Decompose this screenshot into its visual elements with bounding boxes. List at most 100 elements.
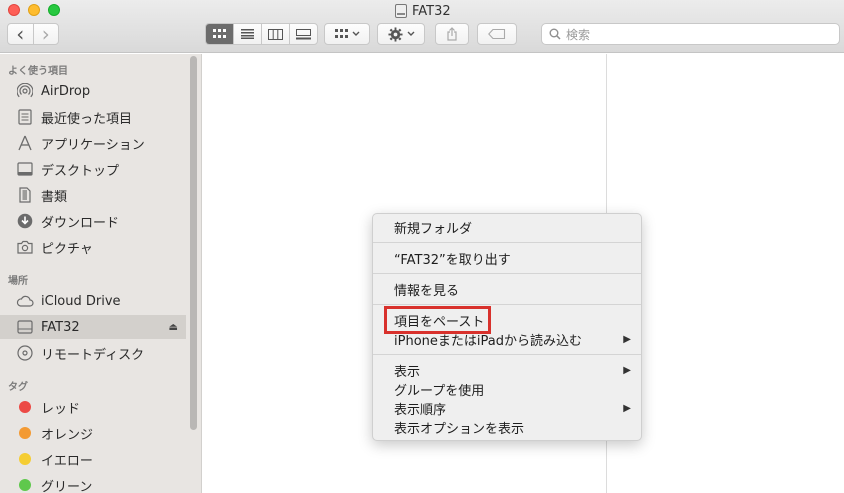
disc-icon [16,344,34,362]
back-button[interactable]: ‹ [8,24,33,44]
sidebar-item-tag-yellow[interactable]: イエロー [0,447,186,471]
sidebar-item-label: iCloud Drive [41,293,121,309]
sidebar-item-label: レッド [41,401,81,417]
chevron-down-icon [352,31,359,36]
sidebar-item-icloud-drive[interactable]: iCloud Drive [0,289,186,313]
yellow-tag-dot-icon [19,453,31,465]
icon-view-button[interactable] [206,24,234,44]
sidebar-item-tag-green[interactable]: グリーン [0,473,186,493]
search-field[interactable]: 検索 [541,23,840,45]
forward-button[interactable]: › [32,22,59,46]
action-menu-button[interactable] [377,23,425,45]
window-title: FAT32 [395,2,451,20]
close-window-button[interactable] [8,4,20,16]
sidebar-item-label: AirDrop [41,83,91,99]
orange-tag-dot-icon [19,427,31,439]
menu-item-label: 表示オプションを表示 [394,422,525,437]
menu-separator [373,242,641,243]
minimize-window-button[interactable] [28,4,40,16]
menu-item-sort-by[interactable]: 表示順序 ▶ [394,399,631,418]
zoom-window-button[interactable] [48,4,60,16]
camera-icon [16,238,34,256]
tag-icon [488,29,506,39]
list-view-button[interactable] [234,24,262,44]
sidebar: よく使う項目 AirDrop 最近使った項目 アプリケーション デスクトップ 書… [0,54,202,493]
menu-item-label: 表示順序 [394,403,447,418]
sidebar-item-label: 書類 [41,189,68,205]
paste-item-highlight-box [384,306,491,334]
menu-separator [373,273,641,274]
sidebar-item-tag-red[interactable]: レッド [0,395,186,419]
navigation-buttons: ‹ › [7,23,59,45]
sidebar-item-label: ピクチャ [41,241,93,257]
menu-item-show-view-options[interactable]: 表示オプションを表示 [394,418,631,437]
submenu-arrow-icon: ▶ [623,365,631,376]
menu-separator [373,354,641,355]
documents-icon [16,186,34,204]
locations-header: 場所 [8,276,28,287]
sidebar-item-label: グリーン [41,479,93,493]
menu-item-label: “FAT32”を取り出す [394,253,511,268]
chevron-right-icon: › [41,22,50,46]
group-grid-icon [334,29,348,38]
submenu-arrow-icon: ▶ [623,334,631,345]
sidebar-item-fat32[interactable]: FAT32 ⏏ [0,315,186,339]
share-icon [447,27,457,41]
sidebar-item-remote-disc[interactable]: リモートディスク [0,341,186,365]
menu-item-label: 情報を見る [394,284,460,299]
drive-icon [395,4,407,18]
menu-item-label: 表示 [394,365,421,380]
tag-button[interactable] [477,23,517,45]
green-tag-dot-icon [19,479,31,491]
sidebar-item-label: デスクトップ [41,163,120,179]
menu-item-label: 新規フォルダ [394,222,473,237]
icon-view-icon [213,29,226,38]
column-view-icon [268,28,283,40]
sidebar-item-label: イエロー [41,453,93,469]
menu-item-eject[interactable]: “FAT32”を取り出す [394,249,631,268]
sidebar-item-downloads[interactable]: ダウンロード [0,209,186,233]
gallery-view-button[interactable] [290,24,317,44]
sidebar-item-airdrop[interactable]: AirDrop [0,79,186,103]
eject-icon[interactable]: ⏏ [169,322,178,333]
sidebar-item-label: アプリケーション [41,137,145,153]
menu-item-get-info[interactable]: 情報を見る [394,280,631,299]
drive-icon [16,318,34,336]
tags-header: タグ [8,382,28,393]
menu-item-new-folder[interactable]: 新規フォルダ [394,218,631,237]
menu-separator [373,304,641,305]
sidebar-item-label: オレンジ [41,427,94,443]
recents-icon [16,108,34,126]
sidebar-item-label: ダウンロード [41,215,120,231]
search-icon [549,28,561,40]
window-title-text: FAT32 [412,3,451,19]
sidebar-item-recents[interactable]: 最近使った項目 [0,105,186,129]
menu-item-label: グループを使用 [394,384,485,399]
sidebar-item-desktop[interactable]: デスクトップ [0,157,186,181]
applications-icon [16,134,34,152]
list-view-icon [241,29,254,39]
search-placeholder: 検索 [566,27,591,42]
group-by-button[interactable] [324,23,370,45]
sidebar-item-applications[interactable]: アプリケーション [0,131,186,155]
favorites-header: よく使う項目 [8,66,68,77]
sidebar-item-pictures[interactable]: ピクチャ [0,235,186,259]
sidebar-item-tag-orange[interactable]: オレンジ [0,421,186,445]
sidebar-item-label: 最近使った項目 [41,111,133,127]
sidebar-item-label: リモートディスク [41,347,145,363]
submenu-arrow-icon: ▶ [623,403,631,414]
sidebar-item-documents[interactable]: 書類 [0,183,186,207]
sidebar-scrollbar[interactable] [190,56,197,430]
sidebar-item-label: FAT32 [41,319,80,335]
column-view-button[interactable] [262,24,290,44]
airdrop-icon [16,82,34,100]
menu-item-use-groups[interactable]: グループを使用 [394,380,631,399]
share-button[interactable] [435,23,469,45]
chevron-left-icon: ‹ [16,22,25,46]
gear-icon [387,26,403,42]
menu-item-view[interactable]: 表示 ▶ [394,361,631,380]
cloud-icon [16,292,34,310]
view-mode-selector [205,23,318,45]
gallery-view-icon [296,28,311,39]
red-tag-dot-icon [19,401,31,413]
